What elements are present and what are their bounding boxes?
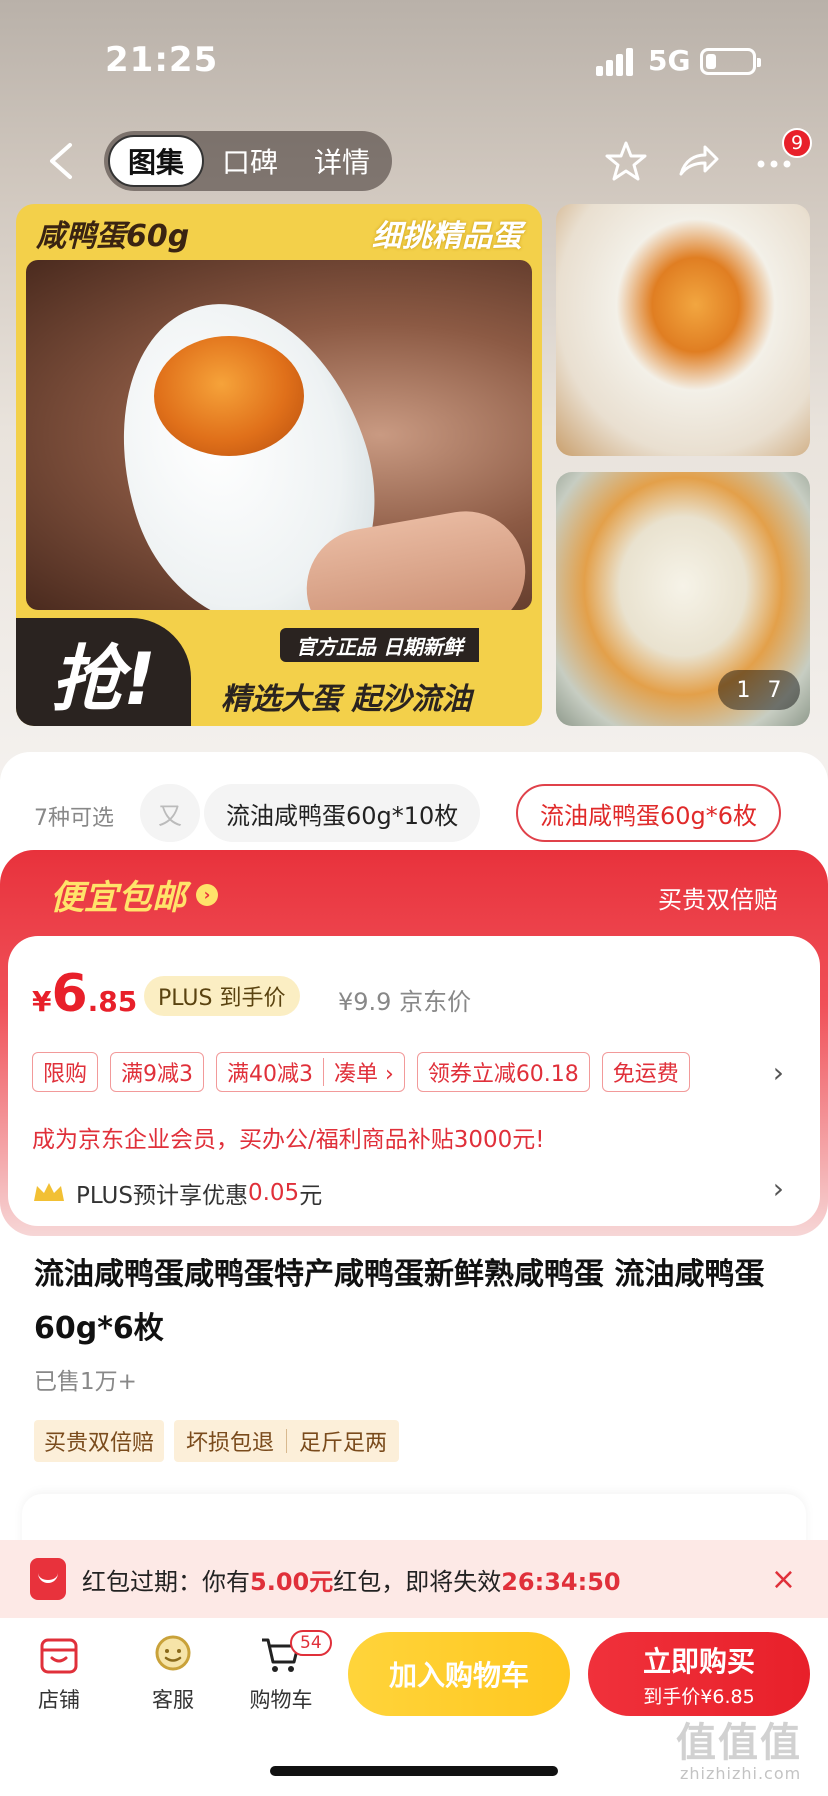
cart-label: 购物车 xyxy=(249,1688,313,1712)
tag-discount-40-label: 满40减3 xyxy=(227,1062,314,1087)
thumbnail-image-1[interactable] xyxy=(556,204,810,456)
sku-chip-partial[interactable]: 又 xyxy=(140,784,200,842)
plus-suffix: 元 xyxy=(299,1183,323,1209)
product-title: 流油咸鸭蛋咸鸭蛋特产咸鸭蛋新鲜熟咸鸭蛋 流油咸鸭蛋60g*6枚 xyxy=(34,1257,765,1346)
tab-reviews[interactable]: 口碑 xyxy=(204,135,296,187)
shop-button[interactable]: 店铺 xyxy=(14,1632,104,1714)
status-bar: 21:25 5G xyxy=(0,0,828,120)
buy-now-button[interactable]: 立即购买 到手价¥6.85 xyxy=(588,1632,810,1716)
sold-count: 已售1万+ xyxy=(34,1369,137,1395)
banner-middle: 红包，即将失效 xyxy=(333,1567,502,1596)
service-tag-damage-return: 坏损包退 xyxy=(186,1431,275,1456)
status-time: 21:25 xyxy=(105,40,219,80)
service-tag-full-weight: 足斤足两 xyxy=(299,1431,388,1456)
plus-prefix: PLUS预计享优惠 xyxy=(76,1183,248,1209)
tab-details[interactable]: 详情 xyxy=(296,135,388,187)
service-label: 客服 xyxy=(152,1688,194,1712)
watermark: 值值值 xyxy=(676,1720,802,1766)
price-decimal: .85 xyxy=(87,985,138,1018)
network-label: 5G xyxy=(648,44,691,77)
signal-icon xyxy=(596,46,636,76)
promo-title-text: 便宜包邮 xyxy=(50,878,186,918)
page-total: 7 xyxy=(767,677,782,703)
cart-count-badge: 54 xyxy=(290,1630,332,1656)
tag-add-on-label[interactable]: 凑单 › xyxy=(334,1056,394,1088)
more-badge: 9 xyxy=(782,128,812,158)
tag-free-shipping: 免运费 xyxy=(601,1052,690,1092)
main-product-image[interactable]: 咸鸭蛋60g 细挑精品蛋 抢! 官方正品 日期新鲜 精选大蛋 起沙流油 xyxy=(16,204,542,726)
buy-now-label: 立即购买 xyxy=(642,1644,755,1678)
buy-now-price: 到手价¥6.85 xyxy=(643,1685,755,1708)
image-header: 咸鸭蛋60g 细挑精品蛋 xyxy=(16,204,542,262)
shop-icon xyxy=(40,1638,78,1674)
banner-prefix: 红包过期：你有 xyxy=(82,1567,250,1596)
page-current: 1 xyxy=(736,677,751,703)
price-card: ¥ 6 .85 PLUS 到手价 ¥9.9 京东价 限购 满9减3 满40减3 … xyxy=(8,936,820,1226)
sku-chip-6-selected[interactable]: 流油咸鸭蛋60g*6枚 xyxy=(516,784,782,842)
tag-discount-40: 满40减3 凑单 › xyxy=(216,1052,405,1092)
page-indicator: 1 7 xyxy=(718,670,800,710)
share-icon xyxy=(679,145,719,176)
enterprise-member-text[interactable]: 成为京东企业会员，买办公/福利商品补贴3000元! xyxy=(32,1120,545,1154)
customer-service-button[interactable]: 客服 xyxy=(128,1632,218,1714)
banner-countdown: 26:34:50 xyxy=(501,1567,621,1596)
top-nav: 图集 口碑 详情 xyxy=(0,125,828,197)
image-tagline: 官方正品 日期新鲜 xyxy=(280,628,479,662)
chevron-left-icon xyxy=(50,143,72,179)
price-currency: ¥ xyxy=(32,985,52,1018)
service-tags[interactable]: 买贵双倍赔 坏损包退 足斤足两 xyxy=(34,1420,400,1462)
close-icon[interactable]: × xyxy=(771,1562,796,1597)
price-guarantee[interactable]: 买贵双倍赔 xyxy=(658,880,778,915)
final-price: ¥ 6 .85 xyxy=(32,964,137,1024)
watermark-url: zhizhizhi.com xyxy=(680,1764,802,1783)
banner-amount: 5.00元 xyxy=(250,1567,334,1596)
plus-discount-row[interactable]: PLUS预计享优惠 0.05 元 xyxy=(32,1176,322,1210)
image-slogan: 精选大蛋 起沙流油 xyxy=(221,682,472,717)
egg-photo xyxy=(26,260,532,610)
service-tag-price-guarantee: 买贵双倍赔 xyxy=(34,1420,165,1462)
add-to-cart-button[interactable]: 加入购物车 xyxy=(348,1632,570,1716)
tag-discount-9: 满9减3 xyxy=(110,1052,205,1092)
customer-service-icon xyxy=(155,1635,191,1671)
image-title-left: 咸鸭蛋60g xyxy=(36,219,190,254)
plus-price-label: PLUS 到手价 xyxy=(144,976,300,1016)
grab-label: 抢! xyxy=(16,618,191,726)
back-button[interactable] xyxy=(36,133,86,189)
promo-tags[interactable]: 限购 满9减3 满40减3 凑单 › 领券立减60.18 免运费 xyxy=(32,1052,690,1092)
star-icon xyxy=(605,141,647,181)
tag-limit: 限购 xyxy=(32,1052,99,1092)
tab-switcher: 图集 口碑 详情 xyxy=(104,131,392,191)
price-integer: 6 xyxy=(51,964,88,1024)
red-packet-banner[interactable]: 红包过期：你有5.00元红包，即将失效26:34:50 × xyxy=(0,1540,828,1618)
sku-count[interactable]: 7种可选 xyxy=(34,800,114,832)
arrow-right-icon: › xyxy=(196,883,218,906)
jd-price: ¥9.9 京东价 xyxy=(338,988,472,1016)
share-button[interactable] xyxy=(672,135,724,187)
home-indicator[interactable] xyxy=(270,1766,558,1776)
service-tag-group: 坏损包退 足斤足两 xyxy=(174,1420,400,1462)
shop-label: 店铺 xyxy=(38,1688,80,1712)
sku-chip-10[interactable]: 流油咸鸭蛋60g*10枚 xyxy=(204,784,481,842)
promo-title[interactable]: 便宜包邮 › xyxy=(50,870,218,919)
yolk-shape xyxy=(154,336,304,456)
image-title-right: 细挑精品蛋 xyxy=(372,219,522,254)
crown-icon xyxy=(34,1183,64,1201)
plus-amount: 0.05 xyxy=(247,1180,300,1206)
battery-icon xyxy=(700,48,761,75)
chevron-right-icon[interactable]: › xyxy=(773,1056,784,1089)
tag-coupon: 领券立减60.18 xyxy=(416,1052,590,1092)
chevron-right-icon[interactable]: › xyxy=(773,1172,784,1205)
red-envelope-icon xyxy=(30,1558,66,1600)
tab-gallery[interactable]: 图集 xyxy=(108,135,204,187)
banner-text: 红包过期：你有5.00元红包，即将失效26:34:50 xyxy=(82,1562,621,1597)
favorite-button[interactable] xyxy=(600,135,652,187)
price-section: 便宜包邮 › 买贵双倍赔 ¥ 6 .85 PLUS 到手价 ¥9.9 京东价 限… xyxy=(0,850,828,1236)
